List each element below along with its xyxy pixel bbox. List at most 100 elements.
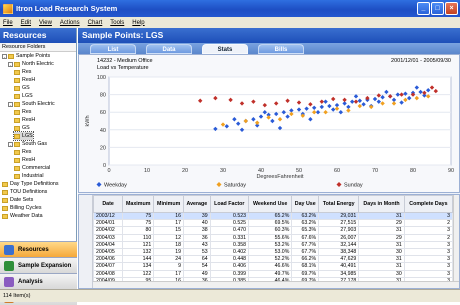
nav-resources[interactable]: Resources (0, 241, 77, 257)
column-header[interactable]: Maximum (122, 195, 155, 213)
x-tick-label: 80 (410, 168, 416, 174)
tree-item[interactable]: TOU Definitions (2, 188, 47, 196)
table-cell: 26,007 (318, 233, 360, 242)
column-header[interactable]: Average (183, 195, 211, 213)
table-row[interactable]: 2003/12 75 16 39 0.523 65.2% 63.2% 29,031 31 3 (92, 211, 454, 221)
nav-label: Sample Expansion (18, 262, 72, 269)
table-row[interactable]: 2004/03 110 12 36 0.331 55.6% 67.6% 26,007 29 2 (92, 233, 454, 242)
tree-item[interactable]: Billing Cycles (2, 204, 42, 212)
table-cell: 2004/06 (92, 255, 124, 264)
menu-item-help[interactable]: Help (132, 20, 144, 26)
table-row[interactable]: 2004/06 144 24 64 0.448 52.2% 66.2% 47,629 31 3 (92, 255, 454, 264)
tree-item[interactable]: ResH (14, 116, 35, 124)
table-cell: 17 (153, 219, 185, 228)
folder-icon (14, 101, 20, 107)
nav-analysis[interactable]: Analysis (0, 273, 77, 289)
table-cell: 68.1% (291, 262, 320, 271)
table-cell: 80 (122, 226, 155, 235)
menu-item-chart[interactable]: Chart (88, 20, 103, 26)
tree-item-label: TOU Definitions (10, 189, 48, 195)
table-cell: 2004/03 (92, 233, 124, 242)
tree-item[interactable]: ResH (14, 156, 35, 164)
vertical-scrollbar[interactable] (453, 195, 459, 283)
column-header[interactable]: Load Factor (209, 195, 249, 213)
table-row[interactable]: 2004/04 121 18 43 0.358 53.2% 67.7% 32,144 31 3 (92, 240, 454, 249)
collapse-toggle-icon[interactable]: - (8, 141, 13, 147)
table-row[interactable]: 2004/07 134 9 54 0.406 46.6% 68.1% 40,491 31 3 (92, 262, 454, 271)
table-cell: 31 (358, 255, 405, 264)
tree-item[interactable]: - South Electric (8, 100, 55, 108)
main-panel: Sample Points: LGS List Data Stats Bills 14… (78, 28, 460, 289)
table-cell: 29 (358, 219, 405, 228)
tree-item[interactable]: Industrial (14, 172, 44, 180)
table-row[interactable]: 2004/02 80 15 38 0.470 60.3% 65.3% 27,903 31 3 (92, 226, 454, 235)
tab-data[interactable]: Data (146, 44, 192, 54)
folder-icon (2, 181, 8, 187)
tree-item[interactable]: Res (14, 148, 31, 156)
tree-item[interactable]: Res (14, 108, 31, 116)
tree-item[interactable]: - Sample Points (2, 52, 50, 60)
table-row[interactable]: 2004/08 122 17 49 0.399 49.7% 69.7% 34,985 30 3 (92, 269, 454, 278)
close-button[interactable]: × (445, 2, 458, 15)
tree-item[interactable]: LGS (14, 92, 33, 100)
maximize-button[interactable]: □ (431, 2, 444, 15)
table-cell: 19 (153, 247, 185, 257)
table-cell: 49.7% (247, 269, 293, 278)
y-tick-label: 40 (100, 128, 106, 134)
tree-item-label: ResH (22, 157, 36, 163)
y-tick-label: 0 (103, 163, 106, 169)
column-header[interactable]: Complete Days (403, 195, 454, 213)
tree-item[interactable]: Weather Data (2, 212, 43, 220)
column-header[interactable]: Days in Month (358, 195, 405, 213)
collapse-toggle-icon[interactable]: - (8, 61, 13, 67)
table-cell: 63.2% (291, 219, 320, 228)
menu-item-view[interactable]: View (39, 20, 52, 26)
tree-item[interactable]: GS (14, 84, 30, 92)
tree-item[interactable]: - North Electric (8, 60, 54, 68)
table-cell: 31 (358, 211, 405, 221)
table-cell: 0.406 (209, 262, 249, 271)
table-cell: 52.2% (247, 255, 293, 264)
nav-label: Resources (18, 246, 49, 253)
tree-item-label: GS (22, 125, 30, 131)
column-header[interactable]: Day Use (291, 195, 320, 213)
tree-item[interactable]: Commercial (14, 164, 50, 172)
column-header[interactable]: Total Energy (318, 195, 360, 213)
tab-list[interactable]: List (90, 44, 136, 54)
menu-item-file[interactable]: File (3, 20, 13, 26)
table-cell: 12 (153, 233, 185, 242)
table-cell: 3 (403, 255, 454, 264)
collapse-toggle-icon[interactable]: - (8, 101, 13, 107)
table-row[interactable]: 2004/01 75 17 40 0.525 69.5% 63.2% 27,515 29 2 (92, 219, 454, 228)
menu-item-actions[interactable]: Actions (60, 20, 80, 26)
table-cell: 122 (122, 269, 155, 278)
column-header[interactable]: Weekend Use (247, 195, 293, 213)
nav-sample-expansion[interactable]: Sample Expansion (0, 257, 77, 273)
minimize-button[interactable]: _ (417, 2, 430, 15)
x-tick-label: 10 (144, 168, 150, 174)
title-bar: Itron Load Research System _ □ × (0, 0, 460, 17)
column-header[interactable]: Date (92, 195, 124, 213)
collapse-toggle-icon[interactable]: - (2, 53, 7, 59)
table-cell: 53.0% (247, 247, 293, 257)
menu-item-tools[interactable]: Tools (110, 20, 124, 26)
tree-item[interactable]: LGS (13, 131, 34, 141)
menu-item-edit[interactable]: Edit (21, 20, 31, 26)
legend-label: Weekday (104, 183, 127, 189)
table-row[interactable]: 2004/05 132 19 53 0.402 53.0% 67.7% 38,348 30 3 (92, 247, 454, 257)
tree-item[interactable]: GS (14, 124, 30, 132)
tree-item[interactable]: Day Type Definitions (2, 180, 58, 188)
table-cell: 36 (183, 233, 211, 242)
table-cell: 47,629 (318, 255, 360, 264)
table-cell: 2004/04 (92, 240, 124, 249)
horizontal-scrollbar[interactable] (93, 281, 459, 288)
column-header[interactable]: Minimum (153, 195, 185, 213)
tab-stats[interactable]: Stats (202, 44, 248, 54)
tree-item[interactable]: - South Gas (8, 140, 47, 148)
tab-bills[interactable]: Bills (258, 44, 304, 54)
tree-item[interactable]: ResH (14, 76, 35, 84)
table-cell: 53.2% (247, 240, 293, 249)
tree-item[interactable]: Res (14, 68, 31, 76)
folder-icon (14, 165, 20, 171)
tree-item[interactable]: Date Sets (2, 196, 33, 204)
